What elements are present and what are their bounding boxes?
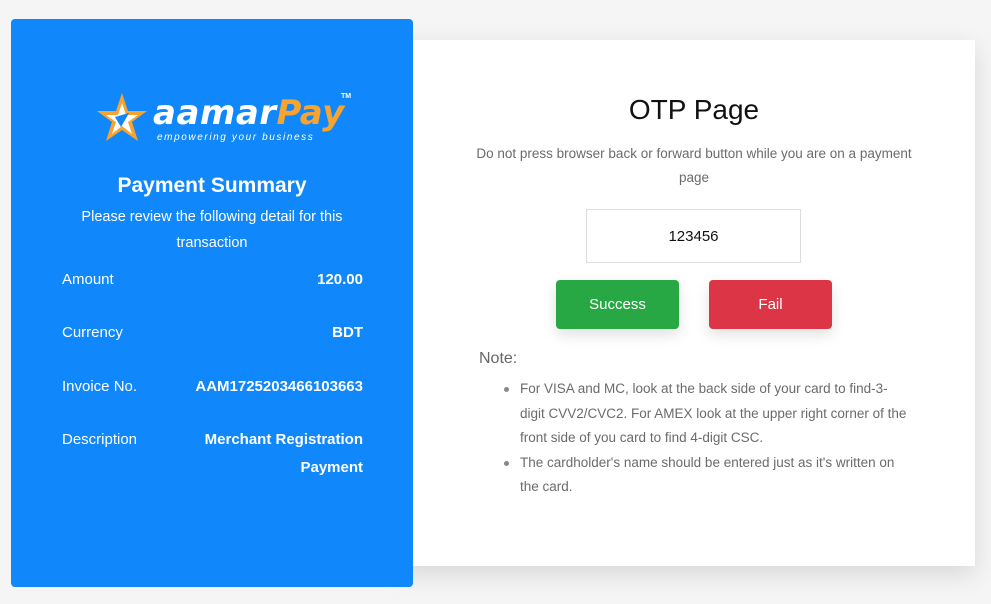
- row-label: Amount: [62, 271, 114, 288]
- note-heading: Note:: [479, 350, 518, 367]
- row-label: Description: [62, 431, 138, 448]
- brand-wordmark: aamarPay: [153, 93, 345, 133]
- navigation-warning-text: Do not press browser back or forward but…: [476, 146, 912, 185]
- row-value: 120.00: [317, 271, 363, 288]
- success-button[interactable]: Success: [556, 280, 679, 329]
- trademark-mark: TM: [341, 93, 352, 100]
- note-item: For VISA and MC, look at the back side o…: [502, 377, 912, 451]
- otp-card: OTP Page Do not press browser back or fo…: [395, 40, 975, 566]
- brand-tagline: empowering your business: [157, 132, 315, 143]
- row-label: Currency: [62, 324, 123, 341]
- fail-button[interactable]: Fail: [709, 280, 832, 329]
- note-item: The cardholder's name should be entered …: [502, 451, 912, 500]
- row-value: BDT: [332, 324, 363, 341]
- brand-logo: aamarPay TM empowering your business: [95, 89, 355, 149]
- row-value: AAM1725203466103663: [195, 378, 363, 395]
- row-value: Merchant Registration Payment: [204, 431, 363, 476]
- otp-page-title: OTP Page: [628, 94, 760, 125]
- notes-list: For VISA and MC, look at the back side o…: [502, 377, 912, 500]
- summary-subtitle: Please review the following detail for t…: [81, 209, 343, 251]
- otp-input[interactable]: [586, 209, 801, 263]
- star-logo-icon: [97, 93, 147, 141]
- payment-summary-panel: aamarPay TM empowering your business Pay…: [11, 19, 413, 587]
- summary-title: Payment Summary: [117, 174, 307, 197]
